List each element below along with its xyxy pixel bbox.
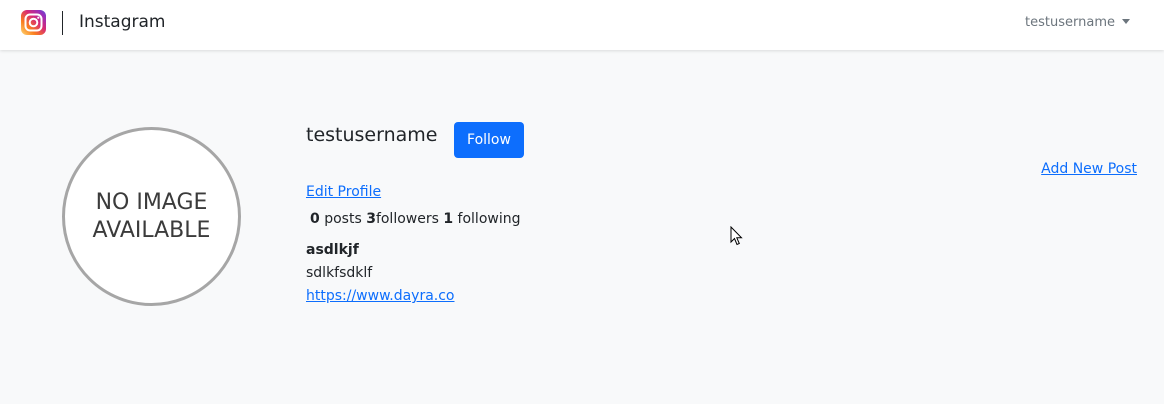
profile-username: testusername	[306, 124, 438, 146]
instagram-logo-icon[interactable]	[21, 10, 46, 35]
profile-stats: 0 posts 3followers 1 following	[310, 211, 521, 227]
brand-name[interactable]: Instagram	[79, 12, 166, 32]
posts-count: 0	[310, 211, 320, 227]
add-new-post-link[interactable]: Add New Post	[1041, 161, 1137, 177]
follow-button[interactable]: Follow	[454, 122, 524, 158]
followers-label[interactable]: followers	[376, 211, 439, 227]
profile-bio: sdlkfsdklf	[306, 265, 373, 281]
profile-full-name: asdlkjf	[306, 242, 359, 258]
avatar: NO IMAGE AVAILABLE	[62, 127, 241, 306]
nav-divider	[62, 11, 63, 35]
following-label[interactable]: following	[458, 211, 521, 227]
mouse-cursor-icon	[730, 226, 743, 246]
user-menu-label: testusername	[1025, 15, 1115, 30]
following-count: 1	[443, 211, 454, 227]
edit-profile-link[interactable]: Edit Profile	[306, 184, 381, 200]
followers-count: 3	[366, 211, 376, 227]
avatar-placeholder-text: NO IMAGE AVAILABLE	[93, 189, 211, 245]
avatar-placeholder-line1: NO IMAGE	[95, 189, 208, 215]
user-menu-dropdown[interactable]: testusername	[1025, 15, 1130, 30]
caret-down-icon	[1122, 19, 1130, 24]
navbar: Instagram testusername	[0, 0, 1164, 50]
avatar-placeholder-line2: AVAILABLE	[92, 217, 211, 243]
posts-label: posts	[324, 211, 362, 227]
profile-website-link[interactable]: https://www.dayra.co	[306, 288, 455, 304]
